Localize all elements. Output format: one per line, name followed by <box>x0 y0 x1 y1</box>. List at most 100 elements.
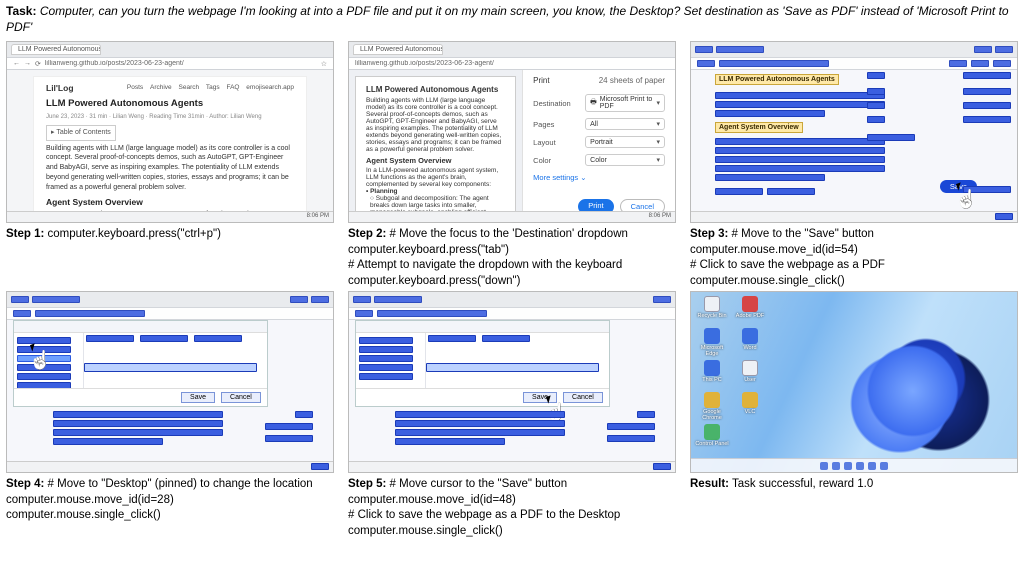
annotation-box <box>963 72 1011 79</box>
os-taskbar <box>349 461 675 472</box>
nav-posts[interactable]: Posts <box>127 84 143 91</box>
sidebar-item[interactable] <box>359 337 413 344</box>
step5-thumb: Save Cancel ☝ <box>348 291 676 473</box>
annotation-box <box>11 296 29 303</box>
back-icon[interactable]: ← <box>13 60 20 67</box>
desktop-icon[interactable]: Google Chrome <box>695 392 729 422</box>
print-header: Print <box>533 76 549 85</box>
color-value: Color <box>590 157 607 164</box>
lower-annot <box>395 411 656 461</box>
desktop-icon[interactable]: VLC <box>733 392 767 422</box>
browser-address-bar[interactable]: ← → ⟳ lillianweng.github.io/posts/2023-0… <box>7 58 333 70</box>
annotation-box <box>482 335 530 342</box>
sidebar-item[interactable] <box>17 364 71 371</box>
step5-caption: Step 5: # Move cursor to the "Save" butt… <box>348 475 676 539</box>
annotation-box <box>715 188 763 195</box>
fwd-icon[interactable]: → <box>24 60 31 67</box>
steps-grid: LLM Powered Autonomous Ag… ← → ⟳ lillian… <box>6 41 1018 539</box>
step-body: computer.keyboard.press("ctrl+p") <box>44 228 221 240</box>
annotation-box <box>607 435 655 442</box>
star-icon[interactable]: ☆ <box>321 60 327 68</box>
step-title: Step 4: <box>6 478 44 490</box>
browser-tabstrip: LLM Powered Autonomous Ag… <box>7 42 333 58</box>
annotation-box <box>377 310 487 317</box>
save-dialog: Save Cancel <box>355 320 610 407</box>
annotation-box <box>715 156 885 163</box>
windows-desktop[interactable]: Recycle Bin Adobe PDF Microsoft Edge Wor… <box>691 292 1017 472</box>
annotation-box <box>716 46 764 53</box>
sidebar-item[interactable] <box>17 346 71 353</box>
save-dialog-sidebar[interactable] <box>356 333 426 388</box>
pages-dropdown[interactable]: All ▾ <box>585 118 665 130</box>
nav-tags[interactable]: Tags <box>206 84 220 91</box>
reload-icon[interactable]: ⟳ <box>35 60 41 68</box>
more-settings-toggle[interactable]: More settings ⌄ <box>533 173 665 182</box>
nav-archive[interactable]: Archive <box>150 84 172 91</box>
toc-toggle[interactable]: ▸ Table of Contents <box>46 125 116 141</box>
sidebar-item[interactable] <box>17 337 71 344</box>
chevron-down-icon: ▾ <box>656 138 660 146</box>
annotation-box <box>697 60 715 67</box>
annotation-box <box>767 188 815 195</box>
taskbar-icon[interactable] <box>880 462 888 470</box>
annotation-box <box>53 420 223 427</box>
step-title: Step 5: <box>348 478 386 490</box>
taskbar-icon[interactable] <box>832 462 840 470</box>
save-button[interactable]: Save <box>523 392 557 403</box>
sidebar-item[interactable] <box>359 355 413 362</box>
os-taskbar <box>7 461 333 472</box>
desktop-icon[interactable]: User <box>733 360 767 390</box>
cancel-button[interactable]: Cancel <box>221 392 261 403</box>
taskbar-icon[interactable] <box>844 462 852 470</box>
site-title: Lil'Log <box>46 83 74 93</box>
step3-thumb: LLM Powered Autonomous Agents Agent Syst… <box>690 41 1018 223</box>
color-dropdown[interactable]: Color ▾ <box>585 154 665 166</box>
taskbar-icon[interactable] <box>856 462 864 470</box>
layout-dropdown[interactable]: Portrait ▾ <box>585 136 665 148</box>
browser-tab[interactable]: LLM Powered Autonomous Ag… <box>353 44 443 55</box>
desktop-icon[interactable]: Microsoft Edge <box>695 328 729 358</box>
annotation-box <box>715 165 885 172</box>
save-dialog-sidebar[interactable] <box>14 333 84 388</box>
sidebar-item[interactable] <box>359 373 413 380</box>
desktop-icon[interactable]: Adobe PDF <box>733 296 767 326</box>
cancel-annot[interactable] <box>963 186 1011 193</box>
sidebar-item[interactable] <box>17 373 71 380</box>
sidebar-item-desktop[interactable] <box>17 355 71 362</box>
site-nav[interactable]: Posts Archive Search Tags FAQ emojisearc… <box>122 83 294 92</box>
task-text: Computer, can you turn the webpage I'm l… <box>6 4 1009 34</box>
start-icon[interactable] <box>820 462 828 470</box>
result-caption: Result: Task successful, reward 1.0 <box>690 475 1018 539</box>
nav-search[interactable]: Search <box>179 84 200 91</box>
browser-tab[interactable]: LLM Powered Autonomous Ag… <box>11 44 101 55</box>
annotation-box <box>715 110 825 117</box>
step-body: # Move the focus to the 'Destination' dr… <box>348 228 628 287</box>
filename-field[interactable] <box>84 363 257 372</box>
desktop-icon[interactable]: Recycle Bin <box>695 296 729 326</box>
browser-address-bar[interactable]: lillianweng.github.io/posts/2023-06-23-a… <box>349 58 675 70</box>
desktop-icon[interactable]: This PC <box>695 360 729 390</box>
annotation-box <box>715 92 885 99</box>
nav-emoji[interactable]: emojisearch.app <box>246 84 294 91</box>
desktop-icon[interactable]: Word <box>733 328 767 358</box>
clock: 8:06 PM <box>649 213 671 219</box>
nav-faq[interactable]: FAQ <box>226 84 239 91</box>
dest-value: Microsoft Print to PDF <box>600 96 654 110</box>
save-dialog-main <box>84 333 267 388</box>
desktop-icon[interactable]: Control Panel <box>695 424 729 454</box>
destination-dropdown[interactable]: 🖶 Microsoft Print to PDF ▾ <box>585 94 665 112</box>
annotation-box <box>653 463 671 470</box>
cancel-button[interactable]: Cancel <box>563 392 603 403</box>
save-button[interactable]: Save <box>181 392 215 403</box>
windows-taskbar[interactable] <box>691 458 1017 472</box>
sidebar-item[interactable] <box>359 346 413 353</box>
save-dialog-main <box>426 333 609 388</box>
sidebar-item[interactable] <box>359 364 413 371</box>
browser-address-bar <box>7 308 333 320</box>
taskbar-icon[interactable] <box>868 462 876 470</box>
annotation-box <box>395 411 565 418</box>
annotation-box <box>867 72 885 79</box>
annotation-box <box>86 335 134 342</box>
filename-field[interactable] <box>426 363 599 372</box>
hl-overview: Agent System Overview <box>715 122 803 133</box>
